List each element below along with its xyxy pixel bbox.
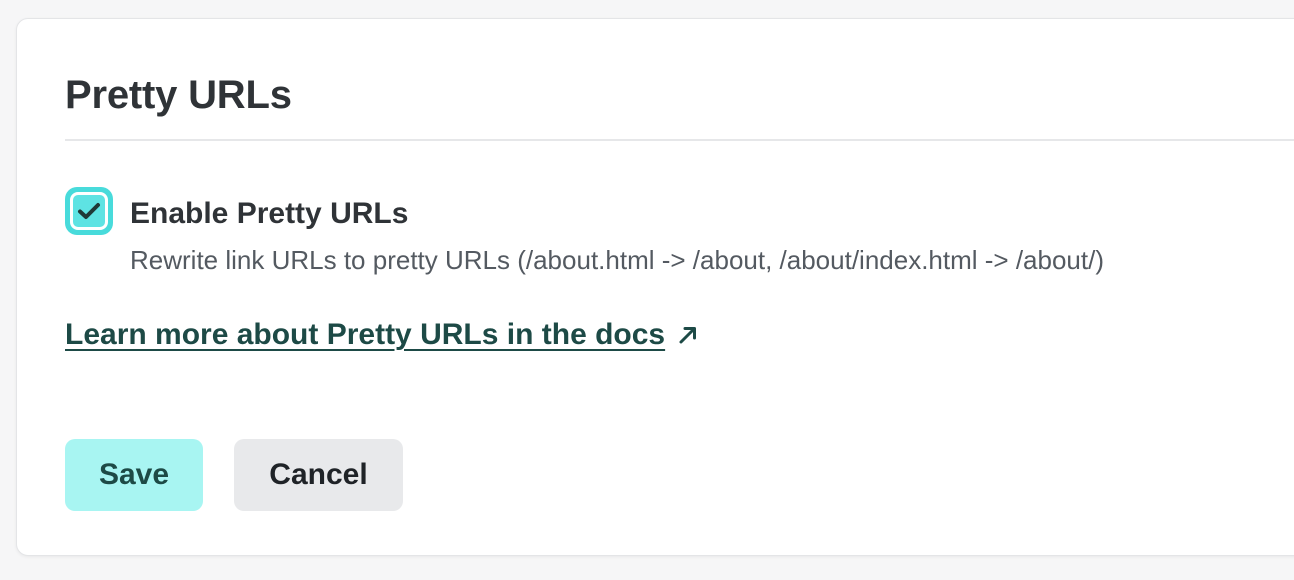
arrow-up-right-icon — [679, 327, 697, 344]
checkmark-icon — [78, 203, 100, 219]
pretty-urls-card: Pretty URLs Enable Pretty URLs Rewrite l… — [16, 18, 1294, 556]
docs-link-text[interactable]: Learn more about Pretty URLs in the docs — [65, 316, 665, 354]
save-button[interactable]: Save — [65, 439, 203, 511]
cancel-button[interactable]: Cancel — [234, 439, 403, 511]
docs-link[interactable]: Learn more about Pretty URLs in the docs — [65, 316, 699, 354]
section-title: Pretty URLs — [65, 73, 292, 117]
enable-pretty-urls-description: Rewrite link URLs to pretty URLs (/about… — [130, 245, 1104, 275]
divider — [65, 139, 1294, 141]
enable-pretty-urls-label[interactable]: Enable Pretty URLs — [130, 195, 408, 233]
enable-pretty-urls-checkbox[interactable] — [65, 187, 113, 235]
checkbox-box — [70, 192, 108, 230]
